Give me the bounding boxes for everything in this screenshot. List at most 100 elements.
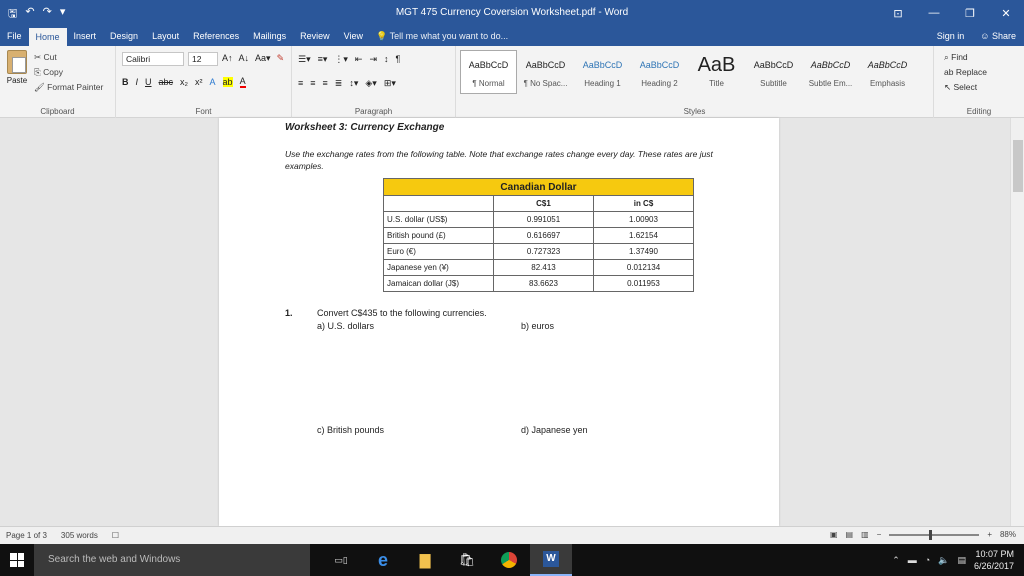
zoom-out-icon[interactable]: − (877, 530, 882, 539)
store-icon[interactable]: 🛍 (446, 544, 488, 576)
style-item[interactable]: AaBbCcD ¶ Normal (460, 50, 517, 94)
change-case-icon[interactable]: Aa▾ (255, 53, 271, 64)
tell-me-input[interactable]: 💡 Tell me what you want to do... (376, 26, 508, 46)
align-center-icon[interactable]: ≡ (310, 78, 315, 89)
question-text: Convert C$435 to the following currencie… (317, 308, 487, 318)
shading-icon[interactable]: ◈▾ (365, 78, 376, 89)
read-mode-icon[interactable]: ▣ (830, 530, 838, 539)
tab-insert[interactable]: Insert (67, 26, 104, 46)
share-button[interactable]: ☺ Share (980, 26, 1016, 46)
tab-view[interactable]: View (337, 26, 370, 46)
font-name-select[interactable]: Calibri (122, 52, 184, 66)
sort-icon[interactable]: ↕ (384, 54, 389, 65)
tab-design[interactable]: Design (103, 26, 145, 46)
word-app-icon[interactable]: W (530, 544, 572, 576)
exchange-rate-table: Canadian Dollar C$1 in C$ U.S. dollar (U… (383, 178, 694, 292)
proofing-icon[interactable]: ☐ (112, 531, 119, 540)
line-spacing-icon[interactable]: ↕▾ (349, 78, 358, 89)
scrollbar-thumb[interactable] (1013, 140, 1023, 192)
notifications-icon[interactable]: ▤ (957, 555, 966, 566)
battery-icon[interactable]: ▬ (908, 555, 917, 565)
grow-font-icon[interactable]: A↑ (222, 53, 233, 64)
table-cell: 1.37490 (593, 243, 694, 260)
question-part: a) U.S. dollars (317, 321, 375, 331)
table-cell: 0.011953 (593, 275, 694, 292)
subscript-icon[interactable]: x₂ (180, 77, 188, 87)
close-button[interactable]: ✕ (988, 0, 1024, 26)
table-header: C$1 (493, 195, 594, 212)
strikethrough-icon[interactable]: abc (159, 77, 174, 87)
italic-icon[interactable]: I (136, 77, 139, 87)
style-item[interactable]: AaBbCcD Subtle Em... (802, 50, 859, 94)
underline-icon[interactable]: U (145, 77, 152, 87)
find-button[interactable]: ⌕ Find (944, 50, 987, 65)
show-hidden-icons-icon[interactable]: ⌃ (892, 555, 900, 566)
shrink-font-icon[interactable]: A↓ (239, 53, 250, 64)
table-header (383, 195, 494, 212)
superscript-icon[interactable]: x² (195, 77, 203, 87)
table-cell: Euro (€) (383, 243, 494, 260)
tab-home[interactable]: Home (28, 28, 67, 46)
format-painter-button[interactable]: 🖌 Format Painter (34, 80, 103, 95)
select-button[interactable]: ↖ Select (944, 80, 987, 95)
tab-mailings[interactable]: Mailings (246, 26, 293, 46)
font-label: Font (195, 107, 212, 116)
replace-button[interactable]: ab Replace (944, 65, 987, 80)
tab-references[interactable]: References (186, 26, 246, 46)
task-view-icon[interactable]: ▭▯ (320, 544, 362, 576)
tab-review[interactable]: Review (293, 26, 337, 46)
chrome-icon[interactable] (488, 544, 530, 576)
text-effects-icon[interactable]: A (210, 77, 216, 87)
style-item[interactable]: AaBbCcD Subtitle (745, 50, 802, 94)
web-layout-icon[interactable]: ▥ (861, 530, 869, 539)
zoom-in-icon[interactable]: + (987, 530, 992, 539)
word-count[interactable]: 305 words (61, 531, 98, 540)
vertical-scrollbar[interactable] (1010, 118, 1024, 526)
wifi-icon[interactable]: ◔ (925, 555, 930, 565)
align-right-icon[interactable]: ≡ (323, 78, 328, 89)
ribbon-display-options-button[interactable]: ⊡ (880, 0, 916, 26)
clear-formatting-icon[interactable]: ✎ (277, 53, 285, 64)
paste-button[interactable]: Paste (4, 50, 30, 85)
highlight-icon[interactable]: ab (222, 77, 233, 87)
zoom-slider[interactable] (889, 529, 980, 540)
style-item[interactable]: AaBbCcD Heading 2 (631, 50, 688, 94)
clock[interactable]: 10:07 PM 6/26/2017 (974, 548, 1014, 572)
document-page[interactable]: Worksheet 3: Currency Exchange Use the e… (219, 118, 779, 526)
font-size-select[interactable]: 12 (188, 52, 218, 66)
style-item[interactable]: AaBbCcD Emphasis (859, 50, 916, 94)
taskbar-search-input[interactable]: Search the web and Windows (34, 544, 310, 576)
cut-button[interactable]: ✂ Cut (34, 50, 103, 65)
file-explorer-icon[interactable]: ▇ (404, 544, 446, 576)
tab-file[interactable]: File (0, 26, 29, 46)
restore-button[interactable]: ❐ (952, 0, 988, 26)
copy-button[interactable]: ⎘ Copy (34, 65, 103, 80)
decrease-indent-icon[interactable]: ⇤ (355, 54, 363, 65)
font-color-icon[interactable]: A (239, 76, 246, 88)
align-left-icon[interactable]: ≡ (298, 78, 303, 89)
bold-icon[interactable]: B (122, 77, 129, 87)
question-number: 1. (285, 308, 293, 318)
style-item[interactable]: AaB Title (688, 50, 745, 94)
page-count[interactable]: Page 1 of 3 (6, 531, 47, 540)
increase-indent-icon[interactable]: ⇥ (369, 54, 377, 65)
edge-browser-icon[interactable]: e (362, 544, 404, 576)
ribbon-home: Paste ✂ Cut ⎘ Copy 🖌 Format Painter Clip… (0, 46, 1024, 118)
tab-layout[interactable]: Layout (145, 26, 186, 46)
bullets-icon[interactable]: ☰▾ (298, 54, 311, 65)
borders-icon[interactable]: ⊞▾ (384, 78, 396, 89)
justify-icon[interactable]: ≣ (335, 78, 343, 89)
multilevel-list-icon[interactable]: ⋮▾ (334, 54, 348, 65)
sign-in-link[interactable]: Sign in (937, 26, 965, 46)
print-layout-icon[interactable]: ▤ (846, 530, 854, 539)
numbering-icon[interactable]: ≡▾ (318, 54, 328, 65)
document-area[interactable]: Worksheet 3: Currency Exchange Use the e… (0, 118, 1010, 526)
styles-group: AaBbCcD ¶ Normal AaBbCcD ¶ No Spac... AaBbCc… (456, 46, 934, 118)
volume-icon[interactable]: 🔈 (938, 555, 949, 566)
show-formatting-icon[interactable]: ¶ (396, 54, 401, 65)
minimize-button[interactable]: — (916, 0, 952, 26)
zoom-level[interactable]: 88% (1000, 530, 1016, 539)
style-item[interactable]: AaBbCcD Heading 1 (574, 50, 631, 94)
style-item[interactable]: AaBbCcD ¶ No Spac... (517, 50, 574, 94)
windows-start-icon[interactable] (10, 553, 24, 567)
